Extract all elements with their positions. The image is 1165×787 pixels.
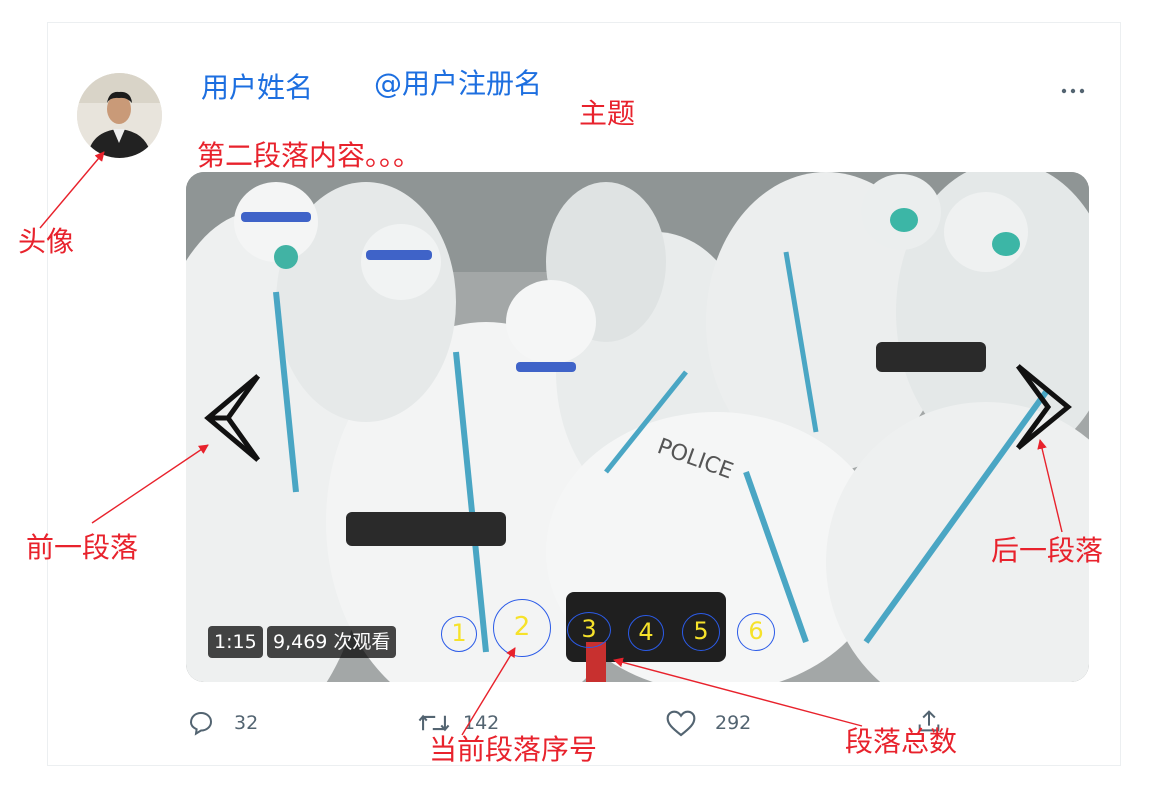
video-duration-badge: 1:15 bbox=[208, 626, 263, 658]
reply-icon bbox=[189, 711, 213, 736]
pagination-dot-3[interactable]: 3 bbox=[567, 612, 611, 648]
like-count: 292 bbox=[715, 712, 752, 734]
annotation-prev-paragraph: 前一段落 bbox=[26, 531, 139, 564]
reply-count: 32 bbox=[234, 712, 259, 734]
annotation-current-index: 当前段落序号 bbox=[429, 733, 598, 766]
pagination-dot-4[interactable]: 4 bbox=[628, 615, 664, 651]
video-frame: POLICE bbox=[186, 172, 1089, 682]
avatar[interactable] bbox=[77, 73, 162, 158]
pagination-dot-1[interactable]: 1 bbox=[441, 616, 477, 652]
like-button[interactable]: 292 bbox=[665, 708, 751, 738]
more-options-button[interactable] bbox=[1056, 78, 1090, 104]
reply-button[interactable]: 32 bbox=[186, 708, 258, 738]
chevron-left-icon[interactable] bbox=[196, 372, 266, 464]
heart-icon bbox=[666, 710, 696, 737]
pagination-dot-5[interactable]: 5 bbox=[682, 613, 720, 651]
annotation-total-count: 段落总数 bbox=[845, 725, 958, 758]
pagination-dot-6[interactable]: 6 bbox=[737, 613, 775, 651]
user-display-name[interactable]: 用户姓名 bbox=[201, 72, 313, 104]
video-player[interactable]: POLICE 1:15 9,469 次观看 1 2 3 4 5 6 bbox=[186, 172, 1089, 682]
annotation-avatar: 头像 bbox=[18, 225, 75, 258]
more-horizontal-icon bbox=[1061, 88, 1085, 94]
retweet-count: 142 bbox=[463, 712, 500, 734]
pagination-dot-2-current[interactable]: 2 bbox=[493, 599, 551, 657]
user-handle[interactable]: @用户注册名 bbox=[374, 68, 542, 100]
annotation-next-paragraph: 后一段落 bbox=[991, 534, 1104, 567]
avatar-image bbox=[77, 73, 162, 158]
topic-label: 主题 bbox=[579, 97, 636, 130]
tweet-text: 第二段落内容。。。 bbox=[197, 139, 422, 172]
video-views-badge: 9,469 次观看 bbox=[267, 626, 397, 658]
chevron-right-icon[interactable] bbox=[1012, 362, 1082, 452]
